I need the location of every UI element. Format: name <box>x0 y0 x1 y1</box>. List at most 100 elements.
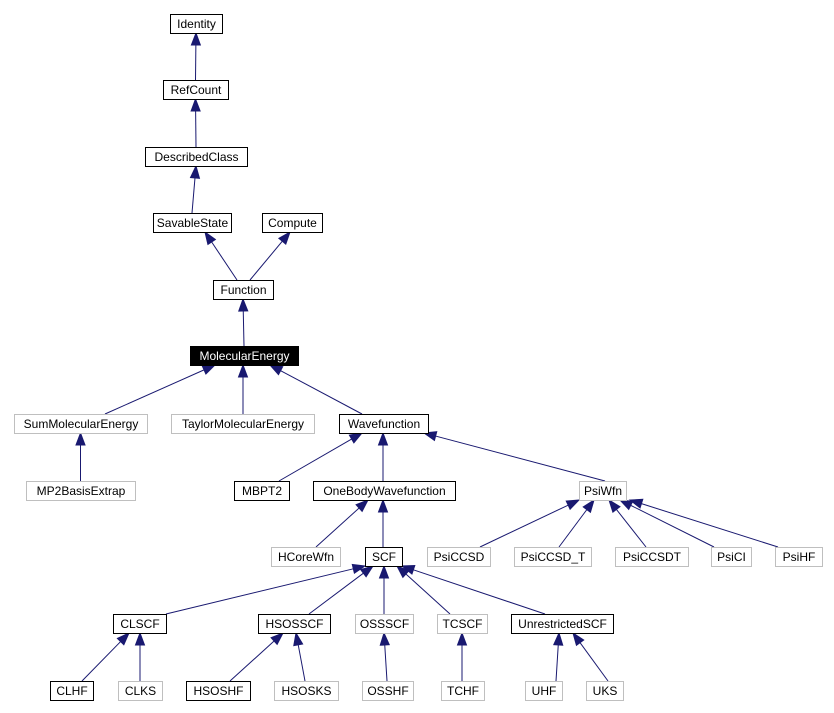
edge-molecular-energy-to-function <box>238 297 249 347</box>
class-node-hsosks[interactable]: HSOSKS <box>274 681 339 701</box>
class-label: PsiCCSD_T <box>521 550 586 564</box>
inheritance-arrowhead-icon <box>190 97 201 112</box>
class-node-sum-molecular-energy[interactable]: SumMolecularEnergy <box>14 414 148 434</box>
class-label: Function <box>220 283 266 297</box>
class-node-unrestricted-scf[interactable]: UnrestrictedSCF <box>511 614 614 634</box>
edge-line <box>558 509 588 548</box>
inheritance-arrowhead-icon <box>268 364 284 376</box>
edges-layer <box>75 31 779 682</box>
edge-one-body-wavefunction-to-wavefunction <box>377 431 389 481</box>
inheritance-arrowhead-icon <box>553 631 564 646</box>
class-node-taylor-molecular-energy[interactable]: TaylorMolecularEnergy <box>171 414 315 434</box>
class-label: CLHF <box>56 684 87 698</box>
edge-sum-molecular-energy-to-molecular-energy <box>104 364 217 415</box>
edge-line <box>315 507 360 548</box>
class-node-mbpt2[interactable]: MBPT2 <box>234 481 290 501</box>
edge-line <box>211 241 238 281</box>
class-label: SumMolecularEnergy <box>24 417 139 431</box>
edge-osshf-to-ossscf <box>379 631 390 682</box>
class-node-wavefunction[interactable]: Wavefunction <box>339 414 429 434</box>
edge-line <box>435 435 606 482</box>
class-node-clks[interactable]: CLKS <box>118 681 163 701</box>
class-label: Compute <box>268 216 317 230</box>
edge-tchf-to-tcscf <box>456 631 468 681</box>
inheritance-arrowhead-icon <box>293 631 304 647</box>
edge-line <box>81 641 121 682</box>
inheritance-arrowhead-icon <box>190 31 202 46</box>
class-label: PsiHF <box>783 550 816 564</box>
class-node-osshf[interactable]: OSSHF <box>362 681 414 701</box>
inheritance-arrowhead-icon <box>277 230 291 245</box>
edge-psi-ci-to-psi-wfn <box>618 499 715 548</box>
class-label: UnrestrictedSCF <box>518 617 607 631</box>
class-label: MBPT2 <box>242 484 282 498</box>
class-node-psi-ccsd[interactable]: PsiCCSD <box>427 547 491 567</box>
class-node-ossscf[interactable]: OSSSCF <box>355 614 414 634</box>
edge-uks-to-unrestricted-scf <box>572 631 609 682</box>
class-label: SCF <box>372 550 396 564</box>
class-label: Identity <box>177 17 216 31</box>
class-node-ref-count[interactable]: RefCount <box>163 80 229 100</box>
inheritance-arrowhead-icon <box>204 230 217 246</box>
class-label: Wavefunction <box>348 417 420 431</box>
class-node-tcscf[interactable]: TCSCF <box>437 614 488 634</box>
class-label: HSOSSCF <box>265 617 323 631</box>
class-node-clscf[interactable]: CLSCF <box>113 614 167 634</box>
class-node-mp2-basis-extrap[interactable]: MP2BasisExtrap <box>26 481 136 501</box>
edge-clks-to-clscf <box>134 631 146 681</box>
class-label: TCSCF <box>443 617 483 631</box>
class-node-clhf[interactable]: CLHF <box>50 681 94 701</box>
edge-ossscf-to-scf <box>378 564 390 614</box>
class-node-scf[interactable]: SCF <box>365 547 403 567</box>
class-node-identity[interactable]: Identity <box>170 14 223 34</box>
edge-function-to-compute <box>249 230 291 281</box>
class-label: MolecularEnergy <box>199 349 289 363</box>
edge-line <box>249 240 283 281</box>
edge-hsosscf-to-scf <box>308 565 375 615</box>
inheritance-arrowhead-icon <box>201 364 217 375</box>
edge-line <box>641 503 779 548</box>
edge-hsosks-to-hsosscf <box>293 631 306 682</box>
class-node-described-class[interactable]: DescribedClass <box>145 147 248 167</box>
edge-line <box>242 310 245 347</box>
edge-line <box>229 640 275 682</box>
edge-line <box>630 504 715 548</box>
class-label: UKS <box>593 684 618 698</box>
class-node-compute[interactable]: Compute <box>262 213 323 233</box>
edge-line <box>479 504 569 548</box>
edge-line <box>297 644 306 682</box>
class-node-psi-ccsdt[interactable]: PsiCCSDT <box>615 547 689 567</box>
edge-hsoshf-to-hsosscf <box>229 632 285 682</box>
class-label: PsiCCSD <box>434 550 485 564</box>
edge-line <box>165 568 354 615</box>
edge-savable-state-to-described-class <box>189 164 201 214</box>
edge-ref-count-to-identity <box>190 31 202 81</box>
inheritance-arrowhead-icon <box>377 431 389 446</box>
class-label: SavableState <box>157 216 229 230</box>
class-node-hsosscf[interactable]: HSOSSCF <box>258 614 331 634</box>
edge-described-class-to-ref-count <box>190 97 201 148</box>
inheritance-arrowhead-icon <box>618 499 634 511</box>
edge-line <box>191 177 196 214</box>
class-node-tchf[interactable]: TCHF <box>441 681 485 701</box>
edge-line <box>278 438 352 482</box>
class-node-psi-hf[interactable]: PsiHF <box>775 547 823 567</box>
inheritance-arrowhead-icon <box>378 564 390 579</box>
class-node-psi-ci[interactable]: PsiCI <box>711 547 752 567</box>
class-node-psi-ccsd-t[interactable]: PsiCCSD_T <box>514 547 592 567</box>
class-node-hsoshf[interactable]: HSOSHF <box>186 681 251 701</box>
inheritance-arrowhead-icon <box>189 164 201 179</box>
inheritance-arrowhead-icon <box>237 363 249 378</box>
class-label: UHF <box>532 684 557 698</box>
class-node-uks[interactable]: UKS <box>586 681 624 701</box>
class-node-function[interactable]: Function <box>213 280 274 300</box>
edge-scf-to-one-body-wavefunction <box>377 498 389 547</box>
class-label: RefCount <box>171 83 222 97</box>
class-node-hcore-wfn[interactable]: HCoreWfn <box>271 547 341 567</box>
class-node-uhf[interactable]: UHF <box>525 681 563 701</box>
edge-line <box>104 369 205 415</box>
class-label: HCoreWfn <box>278 550 334 564</box>
class-node-psi-wfn[interactable]: PsiWfn <box>579 481 627 501</box>
class-node-one-body-wavefunction[interactable]: OneBodyWavefunction <box>313 481 456 501</box>
class-node-savable-state[interactable]: SavableState <box>153 213 232 233</box>
